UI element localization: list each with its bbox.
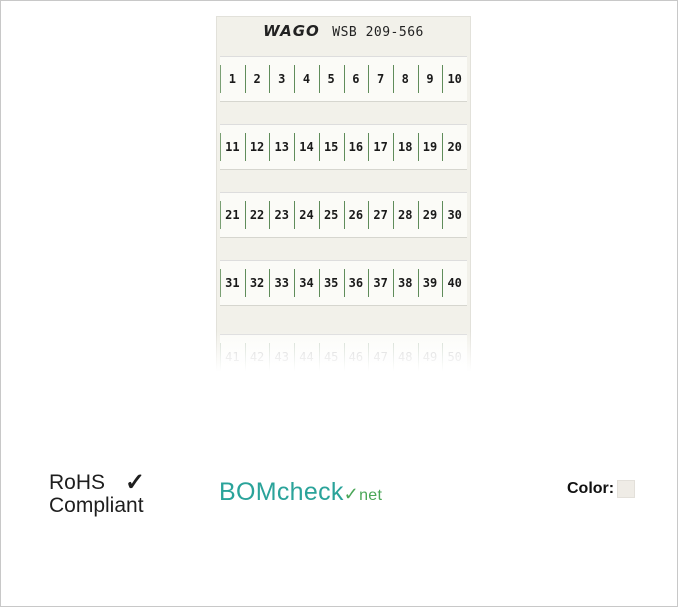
- marker-cell: 22: [244, 193, 270, 237]
- marker-cell: 19: [417, 125, 443, 169]
- marker-cell: 20: [442, 125, 467, 169]
- marker-cell: 7: [368, 57, 393, 101]
- marker-cell: 28: [392, 193, 418, 237]
- marker-cell: 18: [392, 125, 418, 169]
- marker-cell: 8: [392, 57, 418, 101]
- marker-cell: 40: [442, 261, 467, 305]
- color-swatch: [617, 480, 636, 498]
- marker-cell: 30: [442, 193, 467, 237]
- marker-cell: 15: [318, 125, 344, 169]
- marker-cell: 13: [269, 125, 294, 169]
- bomcheck-check-icon: ✓: [343, 484, 360, 504]
- marker-cell: 26: [343, 193, 369, 237]
- brand-logo-text: WAGO: [263, 22, 320, 40]
- marker-strip-3: 21 22 23 24 25 26 27 28 29 30: [220, 192, 467, 238]
- marker-cell: 23: [269, 193, 294, 237]
- marker-cell: 32: [244, 261, 270, 305]
- marker-cell: 37: [368, 261, 393, 305]
- marker-cell: 36: [343, 261, 369, 305]
- product-panel: WAGO WSB 209-566 1 2 3 4 5 6 7 8 9 10 11 12 13 14 15 1…: [0, 0, 678, 607]
- marker-strip-4: 31 32 33 34 35 36 37 38 39 40: [220, 260, 467, 306]
- rohs-badge: RoHS ✓ Compliant: [49, 468, 146, 517]
- marker-cell: 9: [417, 57, 443, 101]
- rohs-compliant-label: Compliant: [49, 494, 144, 517]
- marker-cell: 16: [343, 125, 369, 169]
- marker-cell: 35: [318, 261, 344, 305]
- marker-cell: 17: [368, 125, 393, 169]
- net-text: net: [359, 487, 383, 504]
- marker-cell: 10: [442, 57, 467, 101]
- marker-cell: 2: [244, 57, 270, 101]
- marker-cell: 11: [220, 125, 245, 169]
- marker-cell: 1: [220, 57, 245, 101]
- fade-overlay: [216, 331, 471, 371]
- bom-text: BOM: [219, 478, 277, 506]
- marker-cell: 34: [294, 261, 319, 305]
- marker-cell: 33: [269, 261, 294, 305]
- marker-cell: 31: [220, 261, 245, 305]
- marker-cell: 29: [417, 193, 443, 237]
- marker-cell: 39: [417, 261, 443, 305]
- model-code: WSB 209-566: [332, 25, 424, 40]
- marker-cell: 5: [318, 57, 344, 101]
- marker-cell: 12: [244, 125, 270, 169]
- marker-cell: 6: [343, 57, 369, 101]
- marker-cell: 3: [269, 57, 294, 101]
- marker-cell: 24: [294, 193, 319, 237]
- rohs-label: RoHS: [49, 471, 106, 494]
- marker-strip-1: 1 2 3 4 5 6 7 8 9 10: [220, 56, 467, 102]
- marker-cell: 27: [368, 193, 393, 237]
- card-header: WAGO WSB 209-566: [216, 20, 471, 42]
- check-text: check: [276, 478, 344, 506]
- marker-cell: 4: [294, 57, 319, 101]
- marker-card-image: WAGO WSB 209-566 1 2 3 4 5 6 7 8 9 10 11 12 13 14 15 1…: [216, 16, 471, 371]
- marker-cell: 25: [318, 193, 344, 237]
- marker-cell: 21: [220, 193, 245, 237]
- check-icon: ✓: [125, 468, 146, 496]
- marker-cell: 14: [294, 125, 319, 169]
- bomcheck-logo[interactable]: BOMcheck✓net: [219, 478, 382, 507]
- color-label: Color:: [567, 480, 615, 497]
- marker-cell: 38: [392, 261, 418, 305]
- marker-strip-2: 11 12 13 14 15 16 17 18 19 20: [220, 124, 467, 170]
- color-indicator: Color:: [567, 480, 636, 498]
